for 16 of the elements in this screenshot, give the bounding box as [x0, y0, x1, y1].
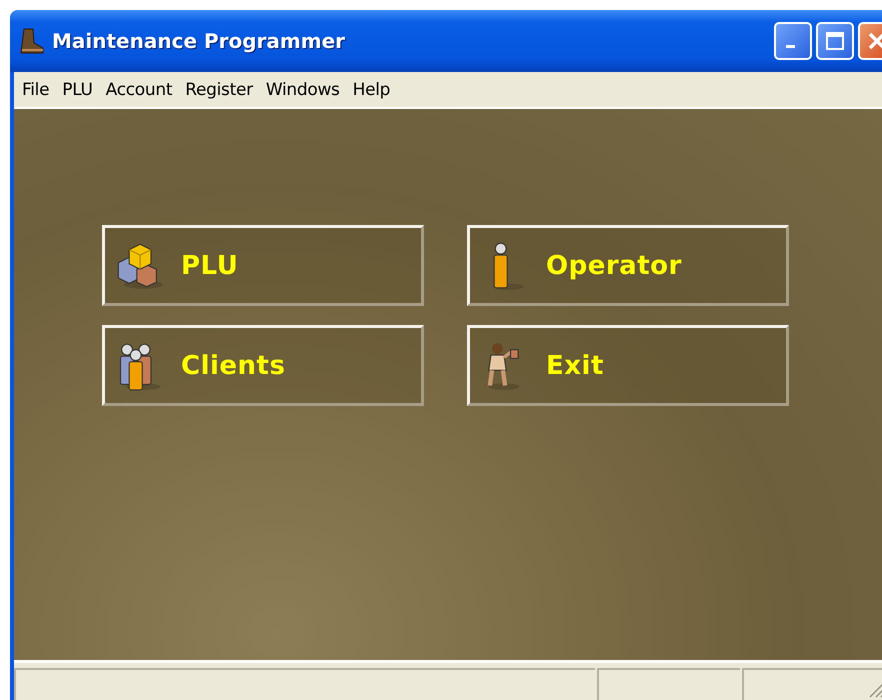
- close-icon: [867, 31, 882, 51]
- minimize-icon: [786, 45, 795, 48]
- maximize-icon: [825, 31, 845, 51]
- menu-item[interactable]: Help: [346, 78, 396, 102]
- window-title: Maintenance Programmer: [52, 29, 346, 53]
- menu-item[interactable]: Windows: [260, 78, 346, 102]
- tile-button[interactable]: Clients: [102, 325, 424, 406]
- tile-button[interactable]: Exit: [467, 325, 789, 406]
- menu-item[interactable]: File: [16, 78, 56, 102]
- menu-item[interactable]: Register: [179, 78, 259, 102]
- tile-button[interactable]: PLU: [102, 225, 424, 306]
- menu-item[interactable]: PLU: [56, 78, 99, 102]
- maximize-button[interactable]: [816, 22, 854, 60]
- menu-item[interactable]: Account: [100, 78, 178, 102]
- tile-button[interactable]: Operator: [467, 225, 789, 306]
- minimize-button[interactable]: [774, 22, 812, 60]
